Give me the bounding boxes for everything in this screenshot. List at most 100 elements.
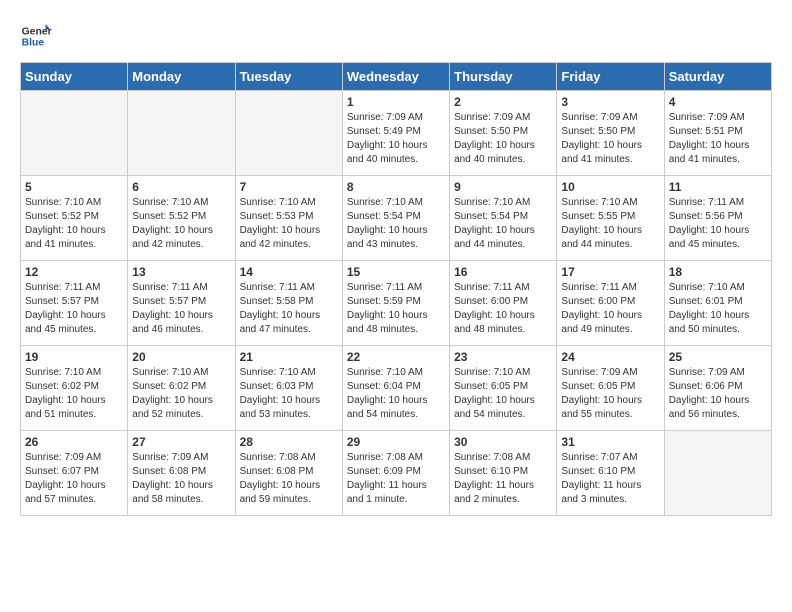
calendar-cell: 18 Sunrise: 7:10 AM Sunset: 6:01 PM Dayli… <box>664 261 771 346</box>
logo: General Blue <box>20 20 52 52</box>
day-detail: Sunrise: 7:10 AM Sunset: 5:52 PM Dayligh… <box>25 196 123 252</box>
day-number: 19 <box>25 350 123 364</box>
calendar-cell <box>128 91 235 176</box>
day-number: 13 <box>132 265 230 279</box>
day-detail: Sunrise: 7:11 AM Sunset: 6:00 PM Dayligh… <box>454 281 552 337</box>
day-detail: Sunrise: 7:09 AM Sunset: 5:49 PM Dayligh… <box>347 111 445 167</box>
svg-text:Blue: Blue <box>22 38 45 49</box>
calendar-cell: 13 Sunrise: 7:11 AM Sunset: 5:57 PM Dayli… <box>128 261 235 346</box>
day-number: 6 <box>132 180 230 194</box>
day-detail: Sunrise: 7:11 AM Sunset: 6:00 PM Dayligh… <box>561 281 659 337</box>
day-detail: Sunrise: 7:10 AM Sunset: 6:02 PM Dayligh… <box>25 366 123 422</box>
calendar-cell: 5 Sunrise: 7:10 AM Sunset: 5:52 PM Daylig… <box>21 176 128 261</box>
day-number: 24 <box>561 350 659 364</box>
calendar-cell: 16Sunrise: 7:11 AM Sunset: 6:00 PM Dayli… <box>450 261 557 346</box>
day-detail: Sunrise: 7:09 AM Sunset: 6:06 PM Dayligh… <box>669 366 767 422</box>
calendar-cell: 23Sunrise: 7:10 AM Sunset: 6:05 PM Dayli… <box>450 346 557 431</box>
day-number: 15 <box>347 265 445 279</box>
day-number: 20 <box>132 350 230 364</box>
day-detail: Sunrise: 7:11 AM Sunset: 5:58 PM Dayligh… <box>240 281 338 337</box>
calendar-cell: 9 Sunrise: 7:10 AM Sunset: 5:54 PM Daylig… <box>450 176 557 261</box>
day-detail: Sunrise: 7:11 AM Sunset: 5:57 PM Dayligh… <box>132 281 230 337</box>
day-number: 22 <box>347 350 445 364</box>
day-number: 27 <box>132 435 230 449</box>
calendar-cell: 28 Sunrise: 7:08 AM Sunset: 6:08 PM Dayli… <box>235 431 342 516</box>
calendar-cell: 25Sunrise: 7:09 AM Sunset: 6:06 PM Dayli… <box>664 346 771 431</box>
logo-icon: General Blue <box>20 20 52 52</box>
calendar-cell <box>21 91 128 176</box>
calendar-cell: 22 Sunrise: 7:10 AM Sunset: 6:04 PM Dayli… <box>342 346 449 431</box>
day-number: 17 <box>561 265 659 279</box>
day-detail: Sunrise: 7:10 AM Sunset: 5:53 PM Dayligh… <box>240 196 338 252</box>
day-detail: Sunrise: 7:08 AM Sunset: 6:09 PM Dayligh… <box>347 451 445 507</box>
calendar-cell: 14 Sunrise: 7:11 AM Sunset: 5:58 PM Dayli… <box>235 261 342 346</box>
day-detail: Sunrise: 7:10 AM Sunset: 6:02 PM Dayligh… <box>132 366 230 422</box>
day-detail: Sunrise: 7:08 AM Sunset: 6:08 PM Dayligh… <box>240 451 338 507</box>
day-detail: Sunrise: 7:08 AM Sunset: 6:10 PM Dayligh… <box>454 451 552 507</box>
day-number: 28 <box>240 435 338 449</box>
calendar-cell: 15Sunrise: 7:11 AM Sunset: 5:59 PM Dayli… <box>342 261 449 346</box>
calendar-week-row: 1 Sunrise: 7:09 AM Sunset: 5:49 PM Daylig… <box>21 91 772 176</box>
weekday-header: Wednesday <box>342 63 449 91</box>
day-detail: Sunrise: 7:10 AM Sunset: 6:04 PM Dayligh… <box>347 366 445 422</box>
day-number: 11 <box>669 180 767 194</box>
day-number: 2 <box>454 95 552 109</box>
day-number: 3 <box>561 95 659 109</box>
calendar-cell: 11 Sunrise: 7:11 AM Sunset: 5:56 PM Dayli… <box>664 176 771 261</box>
weekday-header: Saturday <box>664 63 771 91</box>
calendar-cell: 7Sunrise: 7:10 AM Sunset: 5:53 PM Daylig… <box>235 176 342 261</box>
calendar-cell: 29 Sunrise: 7:08 AM Sunset: 6:09 PM Dayli… <box>342 431 449 516</box>
calendar-week-row: 26Sunrise: 7:09 AM Sunset: 6:07 PM Dayli… <box>21 431 772 516</box>
day-number: 14 <box>240 265 338 279</box>
day-number: 31 <box>561 435 659 449</box>
calendar-cell: 31Sunrise: 7:07 AM Sunset: 6:10 PM Dayli… <box>557 431 664 516</box>
day-number: 23 <box>454 350 552 364</box>
day-number: 18 <box>669 265 767 279</box>
day-number: 21 <box>240 350 338 364</box>
day-number: 5 <box>25 180 123 194</box>
calendar-week-row: 12 Sunrise: 7:11 AM Sunset: 5:57 PM Dayli… <box>21 261 772 346</box>
calendar-cell: 17 Sunrise: 7:11 AM Sunset: 6:00 PM Dayli… <box>557 261 664 346</box>
calendar-cell: 26Sunrise: 7:09 AM Sunset: 6:07 PM Dayli… <box>21 431 128 516</box>
calendar-cell: 3Sunrise: 7:09 AM Sunset: 5:50 PM Daylig… <box>557 91 664 176</box>
calendar-header: SundayMondayTuesdayWednesdayThursdayFrid… <box>21 63 772 91</box>
day-number: 12 <box>25 265 123 279</box>
day-number: 8 <box>347 180 445 194</box>
weekday-header: Monday <box>128 63 235 91</box>
calendar-cell: 19 Sunrise: 7:10 AM Sunset: 6:02 PM Dayli… <box>21 346 128 431</box>
calendar-cell: 6 Sunrise: 7:10 AM Sunset: 5:52 PM Daylig… <box>128 176 235 261</box>
calendar-week-row: 5 Sunrise: 7:10 AM Sunset: 5:52 PM Daylig… <box>21 176 772 261</box>
weekday-header: Friday <box>557 63 664 91</box>
day-number: 10 <box>561 180 659 194</box>
calendar-cell: 30 Sunrise: 7:08 AM Sunset: 6:10 PM Dayli… <box>450 431 557 516</box>
weekday-header: Sunday <box>21 63 128 91</box>
day-detail: Sunrise: 7:09 AM Sunset: 5:50 PM Dayligh… <box>454 111 552 167</box>
calendar-cell: 10 Sunrise: 7:10 AM Sunset: 5:55 PM Dayli… <box>557 176 664 261</box>
calendar-week-row: 19 Sunrise: 7:10 AM Sunset: 6:02 PM Dayli… <box>21 346 772 431</box>
day-detail: Sunrise: 7:10 AM Sunset: 6:03 PM Dayligh… <box>240 366 338 422</box>
calendar-cell: 12 Sunrise: 7:11 AM Sunset: 5:57 PM Dayli… <box>21 261 128 346</box>
calendar-cell <box>664 431 771 516</box>
day-detail: Sunrise: 7:10 AM Sunset: 5:54 PM Dayligh… <box>454 196 552 252</box>
day-detail: Sunrise: 7:10 AM Sunset: 5:55 PM Dayligh… <box>561 196 659 252</box>
calendar-cell: 24 Sunrise: 7:09 AM Sunset: 6:05 PM Dayli… <box>557 346 664 431</box>
day-number: 4 <box>669 95 767 109</box>
calendar-cell: 21 Sunrise: 7:10 AM Sunset: 6:03 PM Dayli… <box>235 346 342 431</box>
calendar-cell: 27Sunrise: 7:09 AM Sunset: 6:08 PM Dayli… <box>128 431 235 516</box>
day-number: 9 <box>454 180 552 194</box>
day-number: 1 <box>347 95 445 109</box>
day-number: 29 <box>347 435 445 449</box>
day-number: 30 <box>454 435 552 449</box>
day-detail: Sunrise: 7:10 AM Sunset: 5:52 PM Dayligh… <box>132 196 230 252</box>
weekday-header: Tuesday <box>235 63 342 91</box>
calendar-cell: 8 Sunrise: 7:10 AM Sunset: 5:54 PM Daylig… <box>342 176 449 261</box>
day-detail: Sunrise: 7:11 AM Sunset: 5:56 PM Dayligh… <box>669 196 767 252</box>
day-detail: Sunrise: 7:09 AM Sunset: 5:51 PM Dayligh… <box>669 111 767 167</box>
weekday-header: Thursday <box>450 63 557 91</box>
calendar-table: SundayMondayTuesdayWednesdayThursdayFrid… <box>20 62 772 516</box>
calendar-cell: 1 Sunrise: 7:09 AM Sunset: 5:49 PM Daylig… <box>342 91 449 176</box>
day-detail: Sunrise: 7:09 AM Sunset: 6:05 PM Dayligh… <box>561 366 659 422</box>
day-detail: Sunrise: 7:10 AM Sunset: 6:01 PM Dayligh… <box>669 281 767 337</box>
day-detail: Sunrise: 7:10 AM Sunset: 5:54 PM Dayligh… <box>347 196 445 252</box>
day-detail: Sunrise: 7:11 AM Sunset: 5:57 PM Dayligh… <box>25 281 123 337</box>
